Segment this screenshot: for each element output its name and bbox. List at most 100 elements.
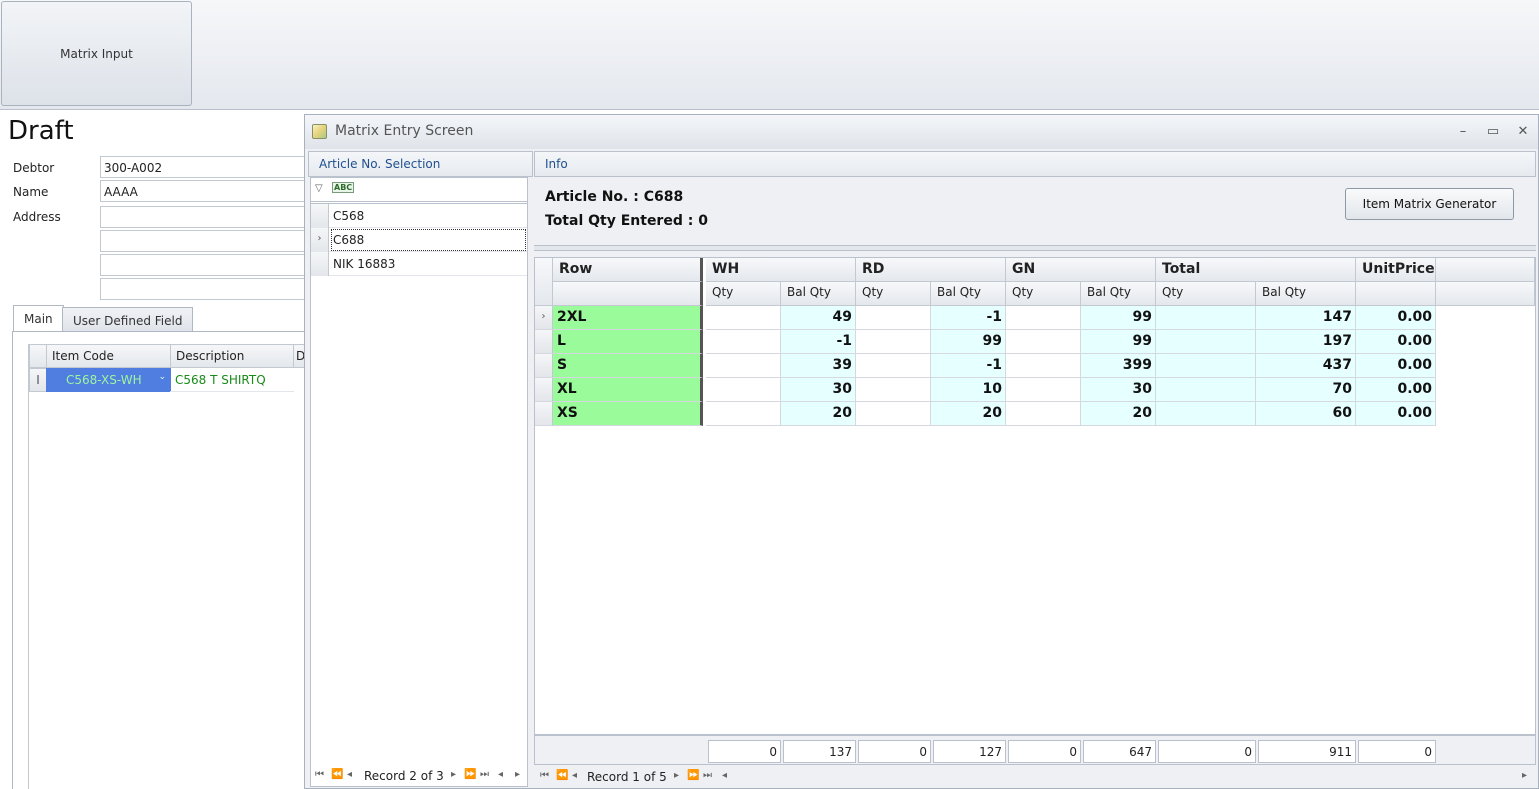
prev-record-icon[interactable]: ◂ [572,770,577,781]
gn-group-header[interactable]: GN [1006,258,1156,282]
record-counter: Record 2 of 3 [364,769,444,783]
scroll-right-icon[interactable]: ▸ [1522,770,1527,781]
rd-qty-cell[interactable] [856,306,931,330]
description-header[interactable]: Description [170,344,294,368]
wh-group-header[interactable]: WH [706,258,856,282]
total-bal-cell: 70 [1256,378,1356,402]
gn-qty-cell[interactable] [1006,354,1081,378]
prev-page-icon[interactable]: ⏪ [556,770,568,781]
total-bal-qty-header[interactable]: Bal Qty [1256,282,1356,306]
rd-group-header[interactable]: RD [856,258,1006,282]
unit-price-cell[interactable]: 0.00 [1356,330,1436,354]
gn-bal-cell: 99 [1081,330,1156,354]
gn-qty-cell[interactable] [1006,306,1081,330]
address-field-2[interactable] [100,230,310,252]
next-page-icon[interactable]: ⏩ [464,769,476,780]
wh-bal-cell: 39 [781,354,856,378]
unit-price-cell[interactable]: 0.00 [1356,306,1436,330]
last-record-icon[interactable]: ⏭ [703,770,712,781]
scroll-right-icon[interactable]: ▸ [515,769,520,780]
matrix-grid: Row WH RD GN Total UnitPrice Qty Bal Qty… [534,257,1536,735]
gn-bal-qty-header[interactable]: Bal Qty [1081,282,1156,306]
matrix-entry-window: Matrix Entry Screen – ▭ ✕ Article No. Se… [304,114,1539,789]
item-matrix-generator-button[interactable]: Item Matrix Generator [1345,188,1514,220]
wh-qty-cell[interactable] [706,354,781,378]
debtor-field[interactable]: 300-A002 [100,156,310,178]
item-code-cell[interactable]: C568-XS-WH ⌄ [46,368,171,392]
description-cell[interactable]: C568 T SHIRTQ [170,368,294,392]
filter-icon[interactable]: ▽ [315,183,323,194]
chevron-down-icon[interactable]: ⌄ [158,372,166,382]
total-qty-cell [1156,402,1256,426]
scroll-left-icon[interactable]: ◂ [722,770,727,781]
rd-qty-cell[interactable] [856,402,931,426]
row-column-header[interactable]: Row [553,258,703,282]
tab-user-defined-field[interactable]: User Defined Field [62,307,194,332]
unit-price-cell[interactable]: 0.00 [1356,378,1436,402]
row-indicator [535,402,553,426]
gn-qty-cell[interactable] [1006,402,1081,426]
wh-qty-header[interactable]: Qty [706,282,781,306]
gn-qty-cell[interactable] [1006,378,1081,402]
first-record-icon[interactable]: ⏮ [315,769,324,780]
rd-qty-cell[interactable] [856,330,931,354]
scroll-left-icon[interactable]: ◂ [498,769,503,780]
wh-bal-cell: 20 [781,402,856,426]
row-subheader [553,282,703,306]
row-indicator [535,354,553,378]
next-page-icon[interactable]: ⏩ [687,770,699,781]
prev-page-icon[interactable]: ⏪ [331,769,343,780]
unit-price-cell[interactable]: 0.00 [1356,402,1436,426]
unit-price-subheader [1356,282,1436,306]
item-code-header[interactable]: Item Code [46,344,171,368]
wh-qty-cell[interactable] [706,306,781,330]
total-qty-text: Total Qty Entered : 0 [545,213,708,229]
address-field-4[interactable] [100,278,310,300]
wh-bal-cell: 30 [781,378,856,402]
first-record-icon[interactable]: ⏮ [540,770,549,781]
matrix-window-icon [312,124,327,139]
next-record-icon[interactable]: ▸ [451,769,456,780]
maximize-icon[interactable]: ▭ [1482,121,1504,141]
wh-qty-cell[interactable] [706,402,781,426]
rd-qty-cell[interactable] [856,378,931,402]
matrix-input-button[interactable]: Matrix Input [1,1,192,106]
info-box: Article No. : C688 Total Qty Entered : 0… [534,177,1536,245]
address-field-1[interactable] [100,206,310,228]
rd-qty-header[interactable]: Qty [856,282,931,306]
page-title: Draft [8,116,74,146]
total-qty-cell [1156,378,1256,402]
gn-qty-header[interactable]: Qty [1006,282,1081,306]
total-qty-header[interactable]: Qty [1156,282,1256,306]
rd-qty-cell[interactable] [856,354,931,378]
tab-main[interactable]: Main [13,305,64,332]
splitter[interactable] [534,245,1536,251]
prev-record-icon[interactable]: ◂ [347,769,352,780]
abc-sort-icon[interactable]: ABC [332,182,355,193]
list-item-selected[interactable]: › C688 [311,228,527,252]
last-record-icon[interactable]: ⏭ [480,769,489,780]
next-record-icon[interactable]: ▸ [674,770,679,781]
footer-total-cell: 0 [1008,740,1081,763]
empty-header [1436,258,1535,282]
unit-price-header[interactable]: UnitPrice [1356,258,1436,282]
grid-corner [535,258,553,306]
draft-form: Draft Debtor 300-A002 Name AAAA Address … [0,111,312,789]
address-field-3[interactable] [100,254,310,276]
wh-qty-cell[interactable] [706,330,781,354]
minimize-icon[interactable]: – [1452,121,1474,141]
gn-qty-cell[interactable] [1006,330,1081,354]
matrix-navigator: ⏮ ⏪ ◂ Record 1 of 5 ▸ ⏩ ⏭ ◂ ▸ [536,767,1536,789]
list-item[interactable]: NIK 16883 [311,252,527,276]
wh-qty-cell[interactable] [706,378,781,402]
wh-bal-qty-header[interactable]: Bal Qty [781,282,856,306]
current-row-chevron-icon: › [311,228,329,252]
row-indicator [311,252,329,276]
rd-bal-cell: 20 [931,402,1006,426]
rd-bal-qty-header[interactable]: Bal Qty [931,282,1006,306]
unit-price-cell[interactable]: 0.00 [1356,354,1436,378]
name-field[interactable]: AAAA [100,180,310,202]
close-icon[interactable]: ✕ [1512,121,1534,141]
list-item[interactable]: C568 [311,204,527,228]
total-group-header[interactable]: Total [1156,258,1356,282]
